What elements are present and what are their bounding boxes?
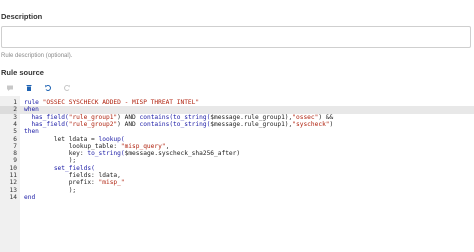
line-number: 11: [9, 172, 17, 179]
code-line[interactable]: 9 );: [0, 157, 474, 164]
description-input[interactable]: [1, 26, 471, 48]
code-token: $message.rule_group1),: [210, 113, 293, 121]
code-text: has_field("rule_group2") AND contains(to…: [24, 121, 333, 128]
code-token: has_field(: [31, 120, 69, 128]
code-token: $message.rule_group1),: [210, 120, 293, 128]
code-token: fields: ldata,: [24, 172, 121, 179]
line-number: 5: [13, 128, 17, 136]
code-token: "rule_group1": [68, 113, 118, 121]
code-line[interactable]: 2 when: [0, 106, 474, 114]
undo-button[interactable]: [39, 81, 57, 95]
code-line[interactable]: 12 prefix: "misp_": [0, 179, 474, 186]
code-token: $message.syscheck_sha256_after): [124, 150, 241, 158]
code-token: prefix:: [24, 179, 99, 187]
undo-icon: [45, 84, 51, 91]
code-text: has_field("rule_group1") AND contains(to…: [24, 114, 333, 121]
comment-icon: [7, 85, 13, 91]
code-text: prefix: "misp_": [24, 179, 125, 186]
line-number: 9: [13, 157, 17, 165]
code-token: );: [24, 157, 77, 165]
code-token: let ldata =: [24, 135, 99, 143]
line-number: 13: [9, 186, 17, 194]
code-line[interactable]: 1 rule "OSSEC SYSCHECK ADDED - MISP THREA…: [0, 99, 474, 106]
rule-source-editor[interactable]: 1 rule "OSSEC SYSCHECK ADDED - MISP THREA…: [0, 96, 474, 252]
code-token: "OSSEC SYSCHECK ADDED - MISP THREAT INTE…: [42, 99, 200, 106]
code-token: "syscheck": [292, 120, 330, 128]
delete-button[interactable]: [20, 81, 38, 95]
code-token: when: [24, 106, 39, 114]
line-number: 2: [0, 106, 17, 114]
line-number: 14: [9, 193, 17, 201]
code-text: end: [24, 194, 35, 201]
code-line[interactable]: 6 let ldata = lookup(: [0, 136, 474, 143]
redo-icon: [64, 84, 70, 91]
code-text: set_fields(: [24, 165, 95, 172]
code-token: "ossec": [292, 113, 319, 121]
code-text: when: [24, 106, 39, 113]
code-token: ) AND: [117, 113, 140, 121]
line-number: 6: [13, 135, 17, 143]
code-token: "misp_": [98, 179, 125, 187]
line-number: 4: [13, 120, 17, 128]
delete-icon: [26, 84, 32, 91]
code-token: lookup_table:: [24, 142, 121, 150]
code-token: to_string(: [87, 150, 125, 158]
code-token: "rule_group2": [68, 120, 118, 128]
line-number: 8: [13, 150, 17, 158]
code-text: );: [24, 157, 76, 164]
code-line[interactable]: 3 has_field("rule_group1") AND contains(…: [0, 114, 474, 121]
code-token: contains(to_string(: [139, 120, 211, 128]
code-token: set_fields(: [53, 164, 95, 172]
code-line[interactable]: 13 );: [0, 187, 474, 194]
code-line[interactable]: 11 fields: ldata,: [0, 172, 474, 179]
code-token: end: [24, 193, 36, 201]
code-text: fields: ldata,: [24, 172, 121, 179]
code-line[interactable]: 7 lookup_table: "misp_query",: [0, 143, 474, 150]
line-number: 12: [9, 179, 17, 187]
code-text: );: [24, 187, 76, 194]
code-line[interactable]: 14 end: [0, 194, 474, 201]
description-help-text: Rule description (optional).: [1, 53, 73, 59]
code-token: contains(to_string(: [139, 113, 211, 121]
code-token: key:: [24, 150, 88, 158]
redo-button[interactable]: [58, 81, 76, 95]
code-token: ): [329, 120, 334, 128]
line-number: 10: [9, 164, 17, 172]
code-token: rule: [24, 99, 43, 106]
line-number: 3: [13, 113, 17, 121]
line-number: 1: [13, 99, 17, 106]
code-line[interactable]: 8 key: to_string($message.syscheck_sha25…: [0, 150, 474, 157]
code-text: rule "OSSEC SYSCHECK ADDED - MISP THREAT…: [24, 99, 199, 106]
code-token: "misp_query": [120, 142, 166, 150]
code-token: );: [24, 186, 77, 194]
code-line[interactable]: 10 set_fields(: [0, 165, 474, 172]
code-token: has_field(: [31, 113, 69, 121]
code-token: then: [24, 128, 39, 136]
code-line[interactable]: 5 then: [0, 128, 474, 135]
comment-button[interactable]: [1, 81, 19, 95]
code-token: ,: [165, 142, 170, 150]
code-line[interactable]: 4 has_field("rule_group2") AND contains(…: [0, 121, 474, 128]
rule-source-title: Rule source: [1, 68, 44, 77]
editor-toolbar: [0, 80, 474, 95]
code-token: lookup(: [98, 135, 125, 143]
code-text: let ldata = lookup(: [24, 136, 125, 143]
code-text: lookup_table: "misp_query",: [24, 142, 170, 150]
code-token: ) &&: [318, 113, 334, 121]
description-title: Description: [1, 12, 43, 21]
line-number: 7: [13, 142, 17, 150]
code-token: ) AND: [117, 120, 140, 128]
code-text: key: to_string($message.syscheck_sha256_…: [24, 150, 240, 157]
code-text: then: [24, 128, 39, 135]
